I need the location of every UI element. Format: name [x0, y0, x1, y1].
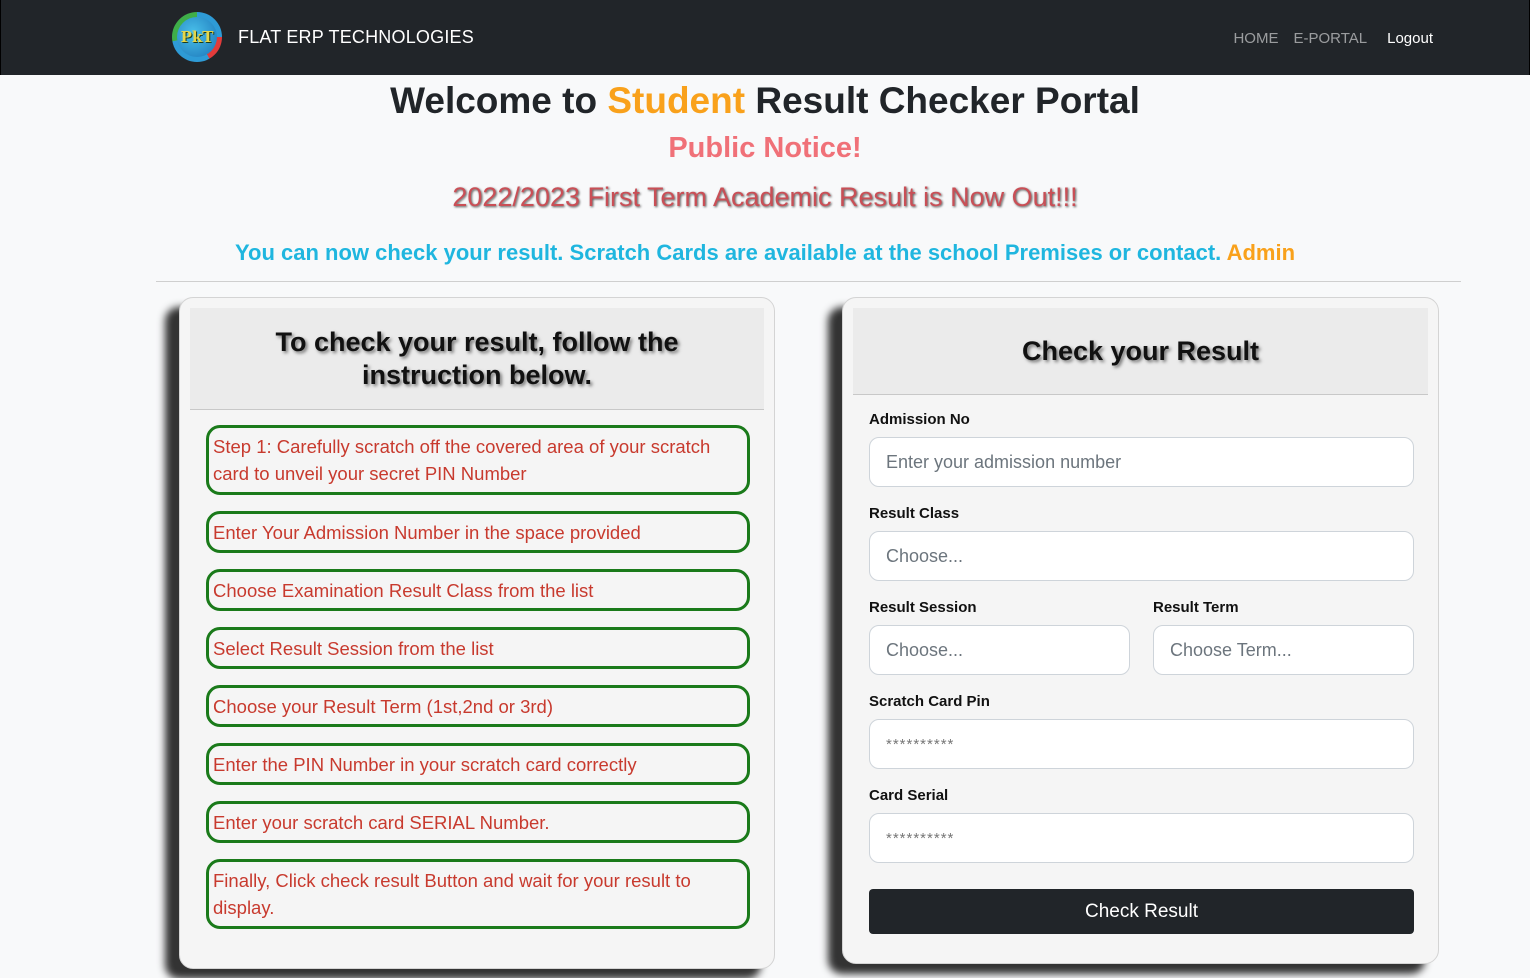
result-class-label: Result Class — [869, 505, 960, 522]
serial-field-group: Card Serial ********** — [869, 787, 1414, 863]
pin-field-group: Scratch Card Pin ********** — [869, 693, 1414, 769]
page-title: Welcome to Student Result Checker Portal — [0, 80, 1530, 122]
instruction-step: Enter Your Admission Number in the space… — [206, 511, 750, 553]
admission-number-input[interactable]: Enter your admission number — [869, 437, 1414, 487]
top-navbar: PkT FLAT ERP TECHNOLOGIES HOME E-PORTAL … — [0, 0, 1530, 75]
scratch-card-pin-label: Scratch Card Pin — [869, 693, 990, 710]
result-session-select[interactable]: Choose... — [869, 625, 1130, 675]
nav-link-eportal[interactable]: E-PORTAL — [1293, 30, 1367, 47]
admin-link[interactable]: Admin — [1227, 240, 1295, 265]
nav-link-home[interactable]: HOME — [1233, 30, 1278, 47]
result-term-label: Result Term — [1153, 599, 1239, 616]
instruction-step: Select Result Session from the list — [206, 627, 750, 669]
instruction-step: Choose your Result Term (1st,2nd or 3rd) — [206, 685, 750, 727]
brand-name[interactable]: FLAT ERP TECHNOLOGIES — [238, 27, 474, 48]
instruction-step: Finally, Click check result Button and w… — [206, 859, 750, 929]
check-result-title: Check your Result — [853, 308, 1428, 395]
check-result-card: Check your Result Admission No Enter you… — [842, 297, 1439, 964]
brand-logo-icon[interactable]: PkT — [172, 12, 222, 62]
public-notice-heading: Public Notice! — [668, 132, 862, 164]
section-divider — [156, 281, 1461, 282]
result-term-select[interactable]: Choose Term... — [1153, 625, 1414, 675]
instructions-title: To check your result, follow the instruc… — [190, 308, 764, 410]
result-session-label: Result Session — [869, 599, 977, 616]
class-field-group: Result Class Choose... — [869, 505, 1414, 581]
scratch-card-pin-input[interactable]: ********** — [869, 719, 1414, 769]
instruction-step: Step 1: Carefully scratch off the covere… — [206, 425, 750, 495]
result-class-select[interactable]: Choose... — [869, 531, 1414, 581]
term-field-group: Result Term Choose Term... — [1153, 599, 1414, 675]
session-term-row: Result Session Choose... Result Term Cho… — [869, 599, 1414, 675]
admission-field-group: Admission No Enter your admission number — [869, 411, 1414, 487]
instructions-card: To check your result, follow the instruc… — [179, 297, 775, 969]
admission-label: Admission No — [869, 411, 970, 428]
instruction-step: Choose Examination Result Class from the… — [206, 569, 750, 611]
title-suffix: Result Checker Portal — [745, 80, 1140, 121]
logout-link[interactable]: Logout — [1387, 30, 1433, 47]
check-result-button[interactable]: Check Result — [869, 889, 1414, 934]
result-announcement: 2022/2023 First Term Academic Result is … — [452, 182, 1078, 212]
check-result-form: Admission No Enter your admission number… — [869, 411, 1414, 934]
title-prefix: Welcome to — [390, 80, 608, 121]
card-serial-label: Card Serial — [869, 787, 949, 804]
instruction-steps-list: Step 1: Carefully scratch off the covere… — [206, 425, 750, 945]
session-field-group: Result Session Choose... — [869, 599, 1130, 675]
instruction-step: Enter your scratch card SERIAL Number. — [206, 801, 750, 843]
nav-links: HOME E-PORTAL Logout — [1233, 30, 1433, 47]
info-text: You can now check your result. Scratch C… — [234, 240, 1227, 265]
card-serial-input[interactable]: ********** — [869, 813, 1414, 863]
info-banner: You can now check your result. Scratch C… — [0, 240, 1530, 266]
logo-monogram: PkT — [177, 17, 217, 57]
instruction-step: Enter the PIN Number in your scratch car… — [206, 743, 750, 785]
title-accent: Student — [607, 80, 746, 121]
